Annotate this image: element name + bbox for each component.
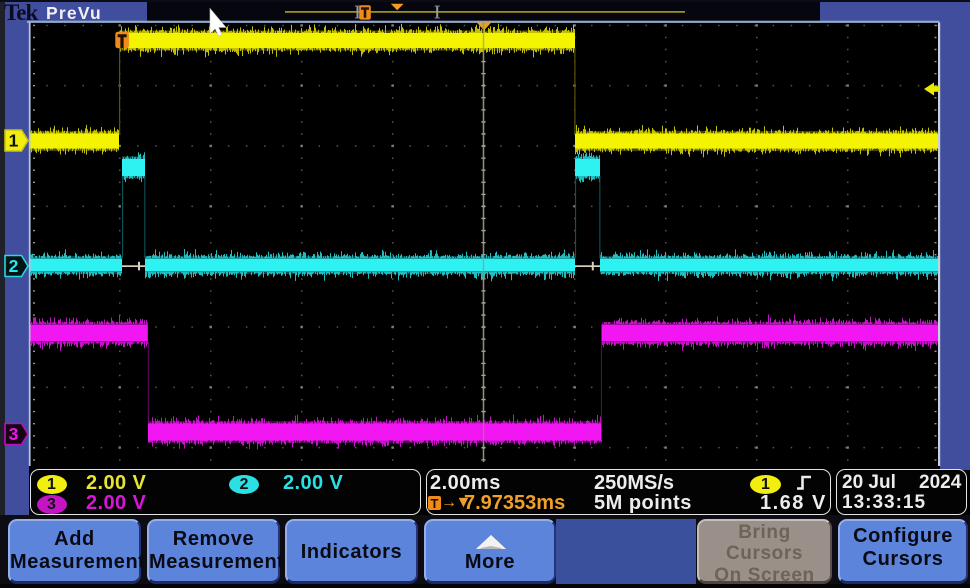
svg-text:3: 3 (9, 424, 19, 444)
svg-text:2: 2 (9, 256, 19, 276)
svg-text:1: 1 (9, 131, 19, 151)
